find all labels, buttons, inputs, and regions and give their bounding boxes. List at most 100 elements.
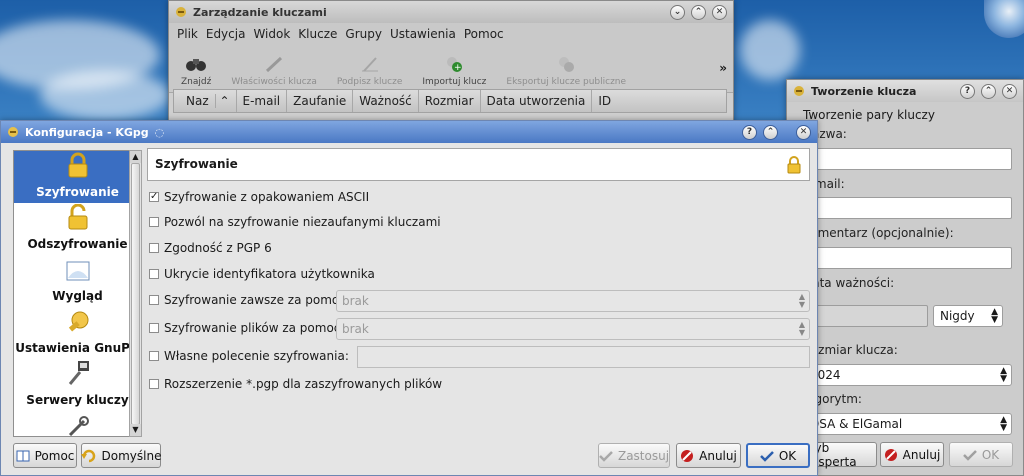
sign-keys-button[interactable]: Podpisz klucze	[337, 54, 402, 87]
always-encrypt-with-checkbox[interactable]	[149, 295, 159, 305]
export-public-keys-button[interactable]: Eksportuj klucze publiczne	[506, 54, 626, 87]
key-properties-button[interactable]: Właściwości klucza	[231, 54, 317, 87]
option-label: Szyfrowanie plików za pomocą:	[164, 321, 352, 335]
checkmark-icon	[962, 449, 977, 461]
sidebar-scrollbar[interactable]: ▲ ▼	[129, 150, 142, 437]
cancel-icon	[680, 449, 694, 463]
option-pgp-extension[interactable]: Rozszerzenie *.pgp dla zaszyfrowanych pl…	[149, 377, 442, 391]
keyserver-icon	[66, 360, 90, 389]
option-label: Pozwól na szyfrowanie niezaufanymi klucz…	[164, 215, 441, 229]
key-size-select[interactable]: 1024 ▲ ▼	[803, 364, 1012, 386]
column-validity[interactable]: Ważność	[353, 90, 419, 112]
pgp-extension-checkbox[interactable]	[149, 379, 159, 389]
close-icon[interactable]: ✕	[1002, 83, 1017, 99]
email-field[interactable]	[803, 197, 1012, 219]
custom-command-checkbox[interactable]	[149, 351, 159, 361]
maximize-icon[interactable]: ⌃	[691, 4, 706, 20]
undo-icon	[80, 449, 97, 463]
menu-ustawienia[interactable]: Ustawienia	[390, 27, 456, 41]
column-id[interactable]: ID	[592, 90, 617, 112]
kgpg-icon	[7, 126, 19, 138]
sidebar-item-label: Serwery kluczy	[26, 393, 129, 407]
desktop-cloud	[740, 20, 800, 80]
svg-text:+: +	[454, 63, 462, 73]
help-book-icon	[16, 449, 30, 463]
ascii-armor-checkbox[interactable]: ✓	[149, 192, 159, 202]
menu-klucze[interactable]: Klucze	[298, 27, 337, 41]
sidebar-item-odszyfrowanie[interactable]: Odszyfrowanie	[14, 203, 141, 255]
ok-button[interactable]: OK	[746, 443, 810, 468]
column-name[interactable]: Naz ⌃	[174, 90, 237, 112]
help-icon[interactable]: ?	[742, 124, 757, 140]
pgp6-compat-checkbox[interactable]	[149, 243, 159, 253]
import-key-button[interactable]: + Importuj klucz	[422, 54, 486, 87]
scroll-down-icon[interactable]: ▼	[130, 424, 141, 436]
files-encrypt-with-checkbox[interactable]	[149, 323, 159, 333]
close-icon[interactable]: ✕	[796, 124, 811, 140]
desktop-cloud	[40, 70, 170, 120]
algorithm-select[interactable]: DSA & ElGamal ▲ ▼	[803, 413, 1012, 435]
scroll-up-icon[interactable]: ▲	[130, 151, 141, 163]
maximize-icon[interactable]: ⌃	[981, 83, 996, 99]
comment-field[interactable]	[803, 247, 1012, 269]
cancel-button[interactable]: Anuluj	[676, 443, 741, 468]
column-trust[interactable]: Zaufanie	[287, 90, 354, 112]
sidebar-item-misc[interactable]	[14, 411, 141, 436]
option-label: Ukrycie identyfikatora użytkownika	[164, 267, 375, 281]
key-creation-titlebar[interactable]: Tworzenie klucza - KGpg ? ⌃ ✕	[787, 80, 1023, 102]
create-cancel-button[interactable]: Anuluj	[880, 442, 944, 467]
sidebar-item-label: Odszyfrowanie	[27, 237, 128, 251]
toolbar-overflow-icon[interactable]: »	[719, 61, 727, 75]
apply-button[interactable]: Zastosuj	[598, 443, 670, 468]
menu-edycja[interactable]: Edycja	[206, 27, 246, 41]
menu-plik[interactable]: Plik	[177, 27, 198, 41]
custom-command-input[interactable]	[357, 346, 810, 368]
find-button[interactable]: Znajdź	[181, 54, 211, 87]
sidebar-item-label: Ustawienia GnuPG	[15, 341, 140, 355]
column-email[interactable]: E-mail	[237, 90, 288, 112]
shade-icon: ◌	[154, 125, 165, 139]
key-manager-titlebar[interactable]: Zarządzanie kluczami ⌄ ⌃ ✕	[169, 1, 733, 23]
help-icon[interactable]: ?	[960, 83, 975, 99]
allow-untrusted-checkbox[interactable]	[149, 217, 159, 227]
menu-widok[interactable]: Widok	[253, 27, 290, 41]
option-always-encrypt-with[interactable]: Szyfrowanie zawsze za pomocą:	[149, 293, 357, 307]
option-custom-command[interactable]: Własne polecenie szyfrowania:	[149, 349, 349, 363]
files-encrypt-with-select[interactable]: brak ▲ ▼	[336, 318, 810, 340]
sidebar-item-serwery-kluczy[interactable]: Serwery kluczy	[14, 359, 141, 411]
key-creation-title: Tworzenie klucza - KGpg	[811, 84, 919, 98]
option-ascii-armor[interactable]: ✓ Szyfrowanie z opakowaniem ASCII	[149, 190, 369, 204]
help-button[interactable]: Pomoc	[13, 443, 77, 468]
appearance-icon	[65, 260, 91, 285]
option-allow-untrusted[interactable]: Pozwól na szyfrowanie niezaufanymi klucz…	[149, 215, 441, 229]
sidebar-item-szyfrowanie[interactable]: Szyfrowanie	[14, 151, 141, 203]
configuration-titlebar[interactable]: Konfiguracja - KGpg ◌ ? ⌃ ✕	[1, 121, 817, 143]
desktop-orb	[984, 0, 1024, 38]
scrollbar-thumb[interactable]	[131, 163, 140, 425]
column-creation-date[interactable]: Data utworzenia	[481, 90, 593, 112]
menu-grupy[interactable]: Grupy	[345, 27, 382, 41]
name-field[interactable]	[803, 148, 1012, 170]
close-icon[interactable]: ✕	[712, 4, 727, 20]
maximize-icon[interactable]: ⌃	[763, 124, 778, 140]
key-manager-title: Zarządzanie kluczami	[193, 5, 327, 19]
option-files-encrypt-with[interactable]: Szyfrowanie plików za pomocą:	[149, 321, 352, 335]
sidebar-item-wyglad[interactable]: Wygląd	[14, 255, 141, 307]
minimize-icon[interactable]: ⌄	[670, 4, 685, 20]
export-public-keys-label: Eksportuj klucze publiczne	[506, 77, 627, 87]
column-size[interactable]: Rozmiar	[419, 90, 481, 112]
option-pgp6-compat[interactable]: Zgodność z PGP 6	[149, 241, 272, 255]
expiry-unit-select[interactable]: Nigdy ▲ ▼	[933, 305, 1003, 327]
hide-user-id-checkbox[interactable]	[149, 269, 159, 279]
updown-arrow-icon: ▲ ▼	[1000, 366, 1007, 384]
defaults-button[interactable]: Domyślne	[80, 443, 161, 468]
menu-pomoc[interactable]: Pomoc	[464, 27, 504, 41]
key-pair-group-title: Tworzenie pary kluczy	[803, 108, 935, 122]
create-ok-button[interactable]: OK	[949, 442, 1013, 467]
expiry-number-field[interactable]	[803, 305, 928, 327]
sidebar-item-ustawienia-gnupg[interactable]: Ustawienia GnuPG	[14, 307, 141, 359]
option-label: Zgodność z PGP 6	[164, 241, 272, 255]
option-hide-user-id[interactable]: Ukrycie identyfikatora użytkownika	[149, 267, 375, 281]
key-properties-label: Właściwości klucza	[231, 77, 317, 87]
always-encrypt-with-select[interactable]: brak ▲ ▼	[336, 290, 810, 312]
